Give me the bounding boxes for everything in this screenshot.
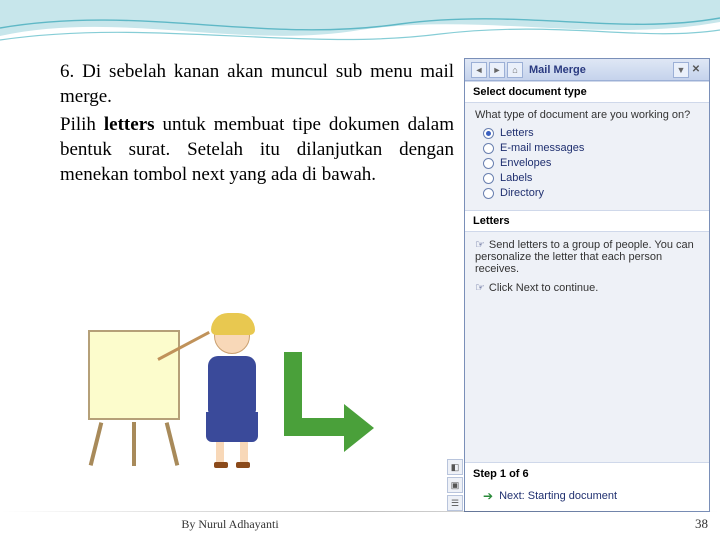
step-line1: Di sebelah kanan akan muncul sub menu ma… xyxy=(60,61,454,107)
radio-directory[interactable]: Directory xyxy=(483,187,699,199)
radio-letters[interactable]: Letters xyxy=(483,127,699,139)
taskpane-titlebar: ◄ ► ⌂ Mail Merge ▼ ✕ xyxy=(465,59,709,81)
section-select-doc-type: Select document type xyxy=(465,81,709,103)
radio-label: Letters xyxy=(500,127,534,139)
next-label: Next: Starting document xyxy=(499,490,617,502)
section-letters: Letters xyxy=(465,210,709,232)
hand-icon: ☞ xyxy=(475,239,485,251)
step-keyword: letters xyxy=(104,114,155,135)
radio-icon xyxy=(483,188,494,199)
continue-desc: Click Next to continue. xyxy=(489,282,598,294)
mail-merge-taskpane: ◧ ▣ ☰ ◄ ► ⌂ Mail Merge ▼ ✕ Select docume… xyxy=(464,58,710,512)
next-link[interactable]: ➔ Next: Starting document xyxy=(465,485,709,511)
back-button[interactable]: ◄ xyxy=(471,62,487,78)
side-icon-3[interactable]: ☰ xyxy=(447,495,463,511)
instruction-text: 6. Di sebelah kanan akan muncul sub menu… xyxy=(60,60,454,187)
forward-button[interactable]: ► xyxy=(489,62,505,78)
close-button[interactable]: ✕ xyxy=(689,63,703,77)
green-arrow-icon xyxy=(284,352,302,436)
doc-type-question: What type of document are you working on… xyxy=(475,109,699,121)
radio-icon xyxy=(483,158,494,169)
radio-label: Envelopes xyxy=(500,157,551,169)
decorative-wave xyxy=(0,0,720,54)
radio-label: Labels xyxy=(500,172,532,184)
wizard-step-footer: Step 1 of 6 ➔ Next: Starting document xyxy=(465,462,709,511)
radio-email[interactable]: E-mail messages xyxy=(483,142,699,154)
step-line2a: Pilih xyxy=(60,114,104,135)
radio-icon xyxy=(483,128,494,139)
easel-icon xyxy=(88,330,184,460)
radio-envelopes[interactable]: Envelopes xyxy=(483,157,699,169)
page-number: 38 xyxy=(695,516,708,532)
radio-label: Directory xyxy=(500,187,544,199)
step-counter: Step 1 of 6 xyxy=(465,463,709,485)
pane-side-icons: ◧ ▣ ☰ xyxy=(447,459,463,511)
radio-label: E-mail messages xyxy=(500,142,584,154)
footer-author: By Nurul Adhayanti xyxy=(0,517,460,532)
letters-desc: Send letters to a group of people. You c… xyxy=(475,239,694,275)
taskpane-title: Mail Merge xyxy=(529,64,586,76)
hand-icon: ☞ xyxy=(475,282,485,294)
side-icon-1[interactable]: ◧ xyxy=(447,459,463,475)
dropdown-button[interactable]: ▼ xyxy=(673,62,689,78)
home-button[interactable]: ⌂ xyxy=(507,62,523,78)
radio-icon xyxy=(483,173,494,184)
next-arrow-icon: ➔ xyxy=(483,489,493,503)
footer-divider xyxy=(0,511,720,512)
radio-labels[interactable]: Labels xyxy=(483,172,699,184)
teacher-illustration xyxy=(88,318,318,478)
radio-icon xyxy=(483,143,494,154)
side-icon-2[interactable]: ▣ xyxy=(447,477,463,493)
step-number: 6. xyxy=(60,61,74,82)
teacher-icon xyxy=(194,318,270,468)
